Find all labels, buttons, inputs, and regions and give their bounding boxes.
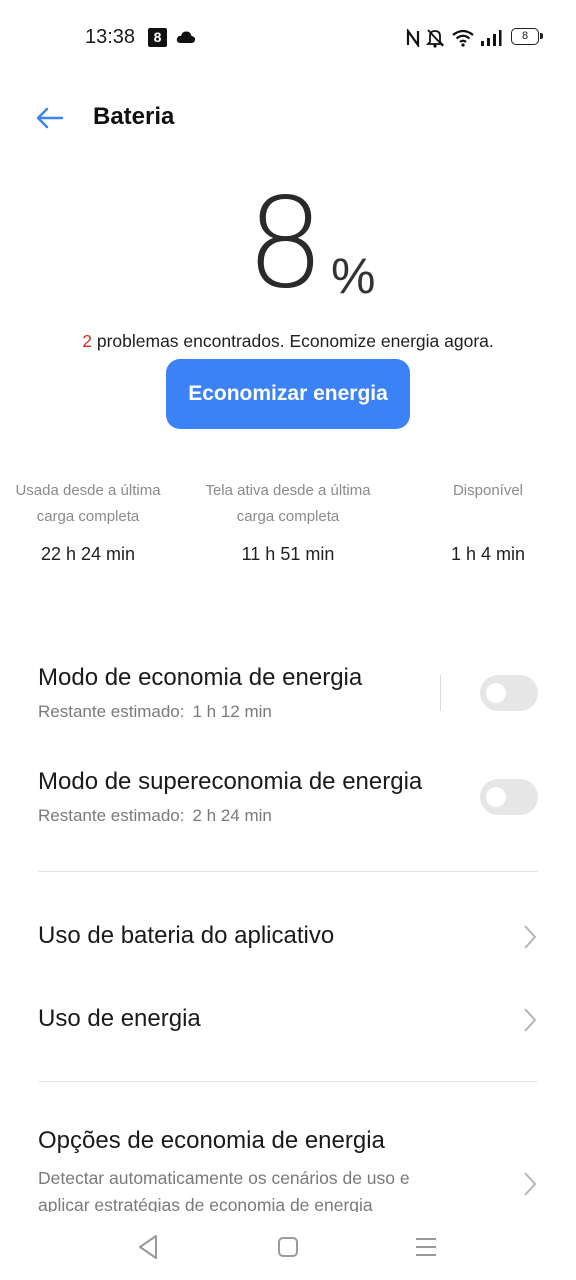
chevron-right-icon (524, 1008, 537, 1032)
nav-home-button[interactable] (273, 1232, 303, 1262)
row-title: Modo de supereconomia de energia (38, 768, 423, 795)
problems-count: 2 (82, 331, 92, 351)
bell-off-icon (426, 27, 444, 49)
nav-back-button[interactable] (134, 1232, 164, 1262)
stat-value: 11 h 51 min (241, 544, 335, 564)
problems-message: 2 problemas encontrados. Economize energ… (0, 331, 576, 352)
stat-label: Usada desde a última carga completa (15, 482, 161, 525)
nav-menu-button[interactable] (411, 1232, 441, 1262)
back-button[interactable] (30, 100, 70, 136)
divider (38, 871, 538, 872)
page-title: Bateria (93, 103, 175, 130)
notification-badge: 8 (148, 28, 167, 47)
stat-label: Tela ativa desde a última carga completa (205, 482, 371, 525)
row-title: Modo de economia de energia (38, 664, 363, 691)
toggle-separator (440, 675, 441, 711)
row-description: Detectar automaticamente os cenários de … (38, 1168, 410, 1215)
stat-value: 22 h 24 min (40, 544, 136, 564)
square-home-icon (278, 1237, 298, 1257)
chevron-right-icon (524, 925, 537, 949)
status-time: 13:38 (85, 26, 136, 48)
app-battery-usage-row[interactable]: Uso de bateria do aplicativo (38, 922, 538, 950)
super-power-saving-mode-row[interactable]: Modo de supereconomia de energia Restant… (38, 768, 538, 826)
battery-icon: 8 (511, 28, 543, 45)
problems-text: problemas encontrados. Economize energia… (91, 331, 494, 351)
stat-value: 1 h 4 min (450, 544, 526, 564)
cloud-icon (176, 30, 196, 49)
super-power-saving-toggle[interactable] (480, 779, 538, 815)
arrow-left-icon (36, 107, 64, 129)
stat-label: Disponível (452, 482, 524, 499)
battery-settings-screen: 13:38 8 8 Bateria 8 % 2 problemas encont… (0, 0, 576, 1280)
row-subtitle: Restante estimado: 1 h 12 min (38, 702, 272, 721)
power-saving-toggle[interactable] (480, 675, 538, 711)
row-title: Uso de bateria do aplicativo (38, 922, 335, 949)
usage-stats: Usada desde a última carga completa 22 h… (0, 478, 576, 578)
divider (38, 1081, 538, 1082)
energy-usage-row[interactable]: Uso de energia (38, 1005, 538, 1033)
stat-available: Disponível 1 h 4 min (440, 478, 536, 565)
signal-icon (480, 27, 502, 49)
status-bar: 13:38 8 8 (0, 0, 576, 74)
power-saving-mode-row[interactable]: Modo de economia de energia Restante est… (38, 664, 538, 722)
battery-percent-display: 8 (0, 182, 576, 312)
stat-screen-on-since-charge: Tela ativa desde a última carga completa… (188, 478, 388, 565)
triangle-back-icon (139, 1235, 157, 1259)
system-nav-bar (0, 1212, 576, 1280)
battery-percent-value: 8 (246, 172, 325, 316)
save-energy-button[interactable]: Economizar energia (166, 359, 410, 429)
menu-icon (416, 1238, 436, 1256)
percent-sign: % (331, 248, 376, 304)
row-title: Uso de energia (38, 1005, 201, 1032)
stat-used-since-charge: Usada desde a última carga completa 22 h… (2, 478, 174, 565)
row-subtitle: Restante estimado: 2 h 24 min (38, 806, 272, 825)
row-title: Opções de economia de energia (38, 1127, 385, 1154)
chevron-right-icon (524, 1172, 537, 1196)
wifi-icon (451, 27, 475, 49)
energy-saving-options-row[interactable]: Opções de economia de energia Detectar a… (38, 1127, 538, 1217)
nfc-icon (405, 27, 421, 49)
